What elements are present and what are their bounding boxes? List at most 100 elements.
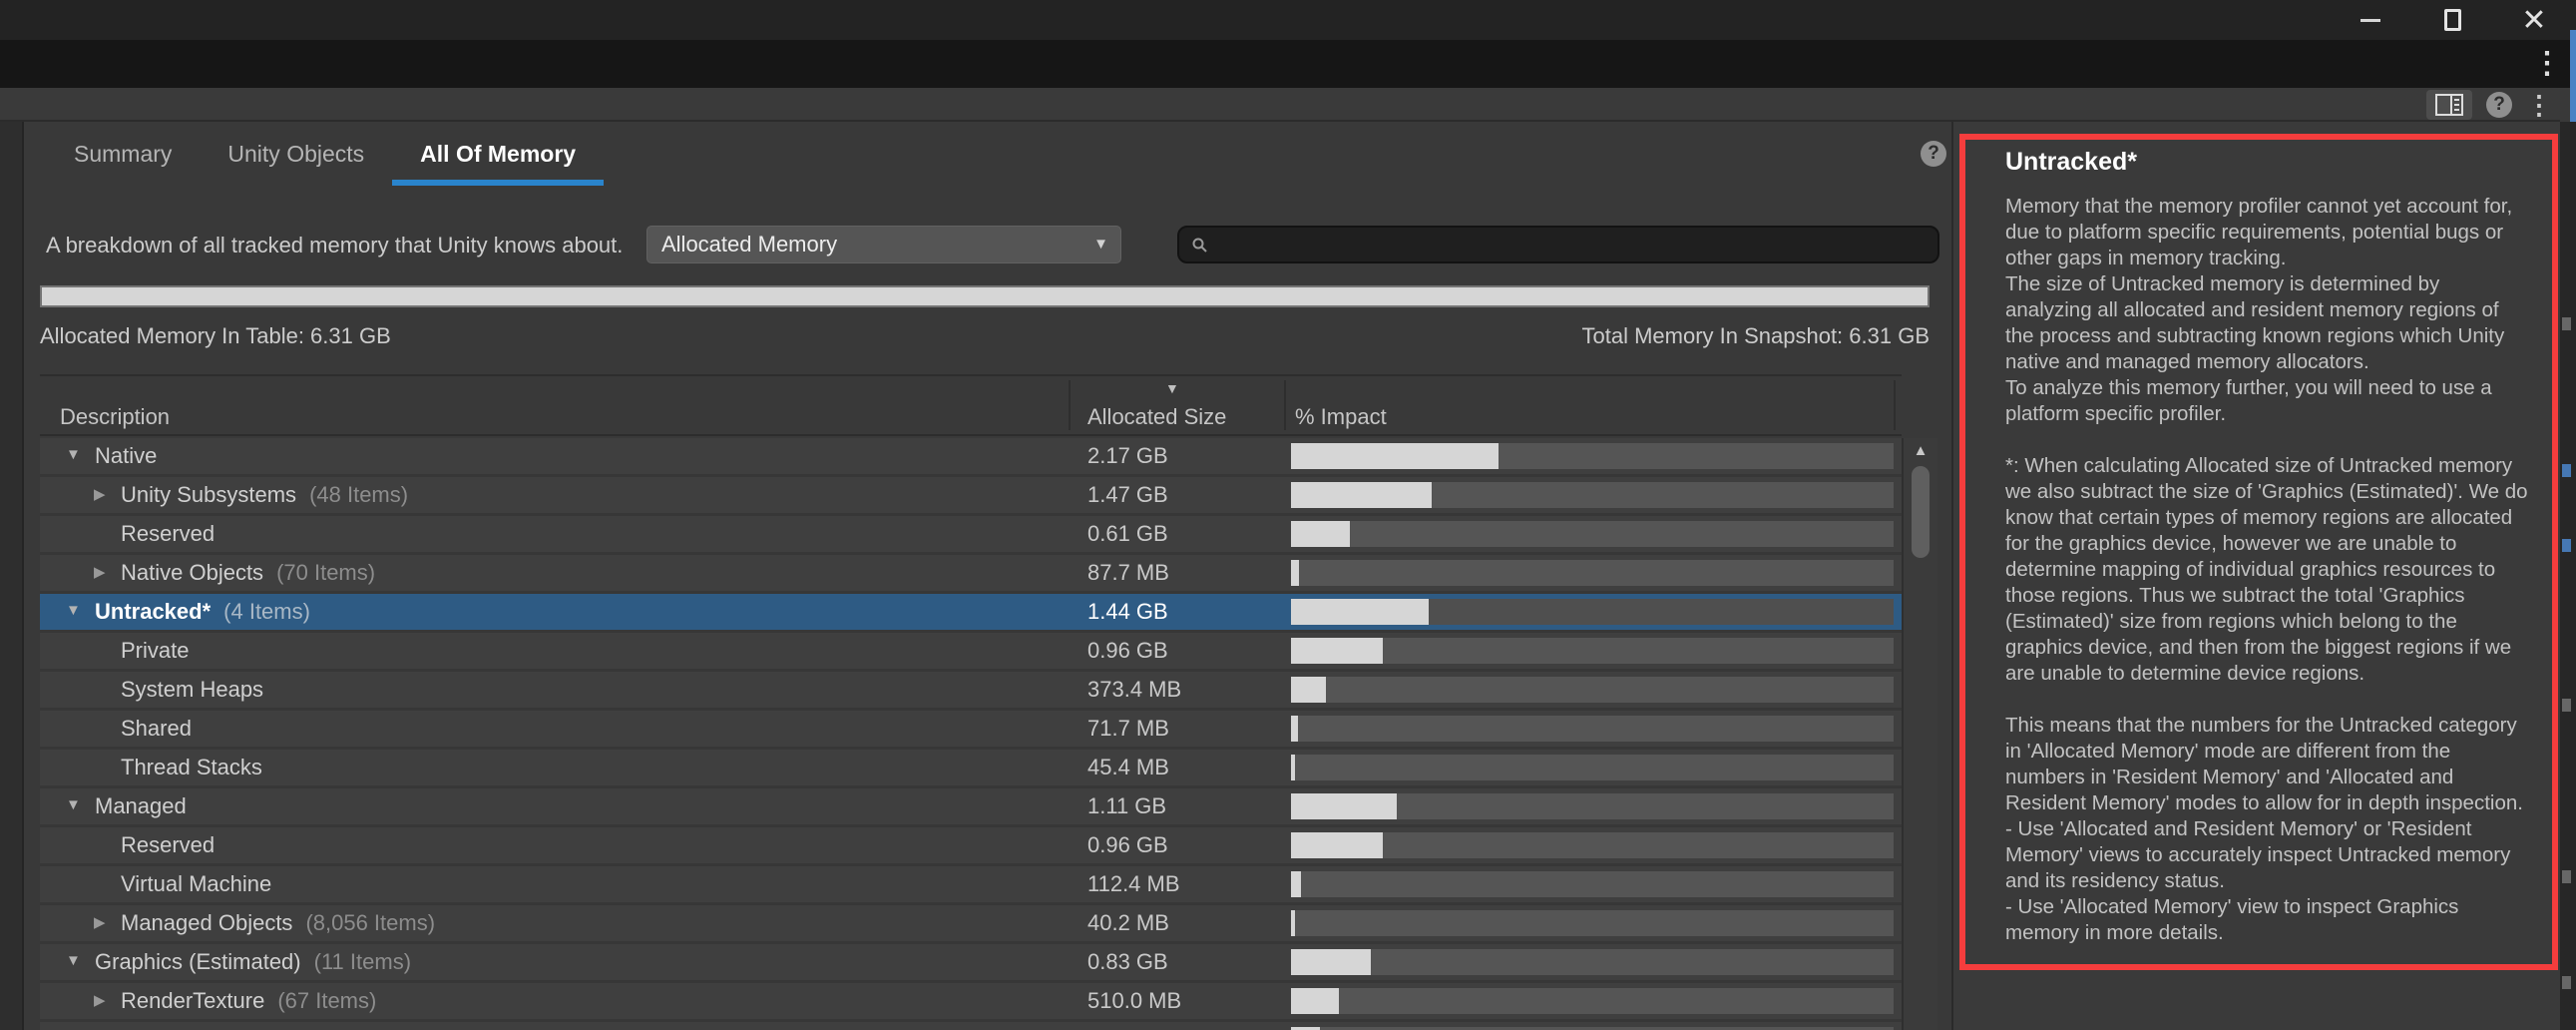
row-allocated-size: 40.2 MB xyxy=(1087,905,1169,941)
table-row[interactable]: Private 0.96 GB xyxy=(40,633,1902,669)
clipped-text-fragment xyxy=(2562,870,2571,883)
row-allocated-size: 1.44 GB xyxy=(1087,594,1168,630)
kebab-icon: ⋮ xyxy=(2526,90,2552,121)
row-allocated-size: 1.11 GB xyxy=(1087,788,1166,824)
minimize-button[interactable] xyxy=(2343,0,2398,40)
left-edge-strip xyxy=(0,122,24,1030)
column-header-description[interactable]: Description xyxy=(60,404,170,430)
right-edge-sliver xyxy=(2560,122,2576,1030)
table-row[interactable]: ▶ Native Objects (70 Items) 87.7 MB xyxy=(40,555,1902,591)
search-icon xyxy=(1191,237,1208,254)
row-label: Reserved xyxy=(121,832,215,858)
toolbar-help-button[interactable]: ? xyxy=(2486,90,2512,120)
row-label-group: System Heaps xyxy=(121,672,276,708)
row-impact-bar xyxy=(1291,793,1894,819)
memory-mode-dropdown[interactable]: Allocated Memory ▼ xyxy=(646,226,1121,263)
scrollbar-thumb[interactable] xyxy=(1912,466,1930,558)
tree-toggle-icon[interactable]: ▼ xyxy=(66,952,81,969)
tab-all-of-memory[interactable]: All Of Memory xyxy=(392,122,604,186)
tab-unity-objects[interactable]: Unity Objects xyxy=(200,122,392,186)
menu-band: ⋮ xyxy=(0,40,2576,88)
sort-descending-icon[interactable]: ▼ xyxy=(1165,380,1179,396)
row-impact-bar xyxy=(1291,949,1894,975)
table-row[interactable]: ▶ Managed Objects (8,056 Items) 40.2 MB xyxy=(40,905,1902,941)
toolbar-kebab-button[interactable]: ⋮ xyxy=(2526,90,2552,120)
table-row[interactable]: System Heaps 373.4 MB xyxy=(40,672,1902,708)
close-button[interactable]: ✕ xyxy=(2506,0,2562,40)
table-row[interactable]: ▶ RenderTexture (67 Items) 510.0 MB xyxy=(40,983,1902,1019)
tree-toggle-icon[interactable]: ▶ xyxy=(94,991,106,1009)
column-header-impact[interactable]: % Impact xyxy=(1295,404,1387,430)
table-row[interactable]: ▶ Unity Subsystems (48 Items) 1.47 GB xyxy=(40,477,1902,513)
row-impact-fill xyxy=(1291,871,1301,897)
column-header-allocated-size[interactable]: Allocated Size xyxy=(1087,404,1226,430)
row-label-group: Managed Objects (8,056 Items) xyxy=(121,905,435,941)
column-divider[interactable] xyxy=(1284,380,1286,430)
row-impact-bar xyxy=(1291,482,1894,508)
row-allocated-size: 510.0 MB xyxy=(1087,983,1181,1019)
tree-toggle-icon[interactable]: ▶ xyxy=(94,913,106,931)
row-label-group: Shared xyxy=(121,711,205,747)
row-impact-fill xyxy=(1291,638,1383,664)
tree-toggle-icon[interactable]: ▼ xyxy=(66,796,81,813)
row-impact-bar xyxy=(1291,443,1894,469)
row-impact-fill xyxy=(1291,988,1339,1014)
table-row[interactable]: Reserved 0.61 GB xyxy=(40,516,1902,552)
dropdown-value: Allocated Memory xyxy=(661,232,837,257)
search-field[interactable] xyxy=(1177,226,1939,263)
tree-toggle-icon[interactable]: ▶ xyxy=(94,485,106,503)
row-label-group: Untracked* (4 Items) xyxy=(95,594,310,630)
menu-kebab-icon[interactable]: ⋮ xyxy=(2532,46,2562,81)
row-label-group: Unity Subsystems (48 Items) xyxy=(121,477,408,513)
table-row[interactable]: Thread Stacks 45.4 MB xyxy=(40,750,1902,785)
table-row[interactable]: ▼ Untracked* (4 Items) 1.44 GB xyxy=(40,594,1902,630)
total-in-snapshot-label: Total Memory In Snapshot: 6.31 GB xyxy=(40,323,1930,349)
table-row[interactable]: ▼ Graphics (Estimated) (11 Items) 0.83 G… xyxy=(40,944,1902,980)
table-header: Description Allocated Size % Impact ▼ xyxy=(40,374,1902,436)
tree-toggle-icon[interactable]: ▼ xyxy=(66,446,81,463)
row-label-group: Native Objects (70 Items) xyxy=(121,555,375,591)
row-label: Reserved xyxy=(121,521,215,547)
table-row[interactable]: Virtual Machine 112.4 MB xyxy=(40,866,1902,902)
row-allocated-size: 0.96 GB xyxy=(1087,827,1168,863)
table-row[interactable]: ▼ Managed 1.11 GB xyxy=(40,788,1902,824)
row-item-count: (4 Items) xyxy=(223,599,310,625)
minimize-icon xyxy=(2361,19,2380,22)
row-item-count: (67 Items) xyxy=(277,988,376,1014)
row-impact-bar xyxy=(1291,638,1894,664)
row-item-count: (48 Items) xyxy=(309,482,408,508)
row-allocated-size: 1.47 GB xyxy=(1087,477,1168,513)
row-impact-fill xyxy=(1291,910,1295,936)
clipped-text-fragment xyxy=(2562,317,2571,330)
row-impact-fill xyxy=(1291,716,1298,742)
table-row[interactable]: ▼ Native 2.17 GB xyxy=(40,438,1902,474)
maximize-button[interactable] xyxy=(2424,0,2480,40)
row-impact-bar xyxy=(1291,716,1894,742)
view-help-button[interactable]: ? xyxy=(1921,141,1946,167)
selection-details-panel: Untracked* Memory that the memory profil… xyxy=(1951,122,2560,1030)
row-label: Private xyxy=(121,638,189,664)
row-impact-fill xyxy=(1291,832,1383,858)
row-impact-fill xyxy=(1291,443,1499,469)
table-scrollbar[interactable]: ▲ xyxy=(1902,438,1937,1030)
details-panel-toggle-button[interactable] xyxy=(2426,90,2472,120)
tab-summary[interactable]: Summary xyxy=(46,122,200,186)
row-impact-bar xyxy=(1291,871,1894,897)
table-row[interactable]: ▶ RGBA32f Backing (11 Items) 300.1 MB xyxy=(40,1022,1902,1030)
app-toolbar: ? ⋮ xyxy=(0,88,2560,122)
panel-layout-icon xyxy=(2434,93,2464,117)
tree-toggle-icon[interactable]: ▶ xyxy=(94,563,106,581)
row-label-group: Thread Stacks xyxy=(121,750,275,785)
tree-toggle-icon[interactable]: ▼ xyxy=(66,602,81,619)
scroll-up-arrow-icon[interactable]: ▲ xyxy=(1904,442,1937,459)
row-allocated-size: 45.4 MB xyxy=(1087,750,1169,785)
row-allocated-size: 0.61 GB xyxy=(1087,516,1168,552)
row-allocated-size: 87.7 MB xyxy=(1087,555,1169,591)
search-input[interactable] xyxy=(1208,233,1907,257)
column-divider[interactable] xyxy=(1069,380,1071,430)
table-row[interactable]: Reserved 0.96 GB xyxy=(40,827,1902,863)
clipped-text-fragment xyxy=(2562,699,2571,712)
table-row[interactable]: Shared 71.7 MB xyxy=(40,711,1902,747)
row-item-count: (8,056 Items) xyxy=(305,910,435,936)
column-divider[interactable] xyxy=(1894,380,1896,430)
